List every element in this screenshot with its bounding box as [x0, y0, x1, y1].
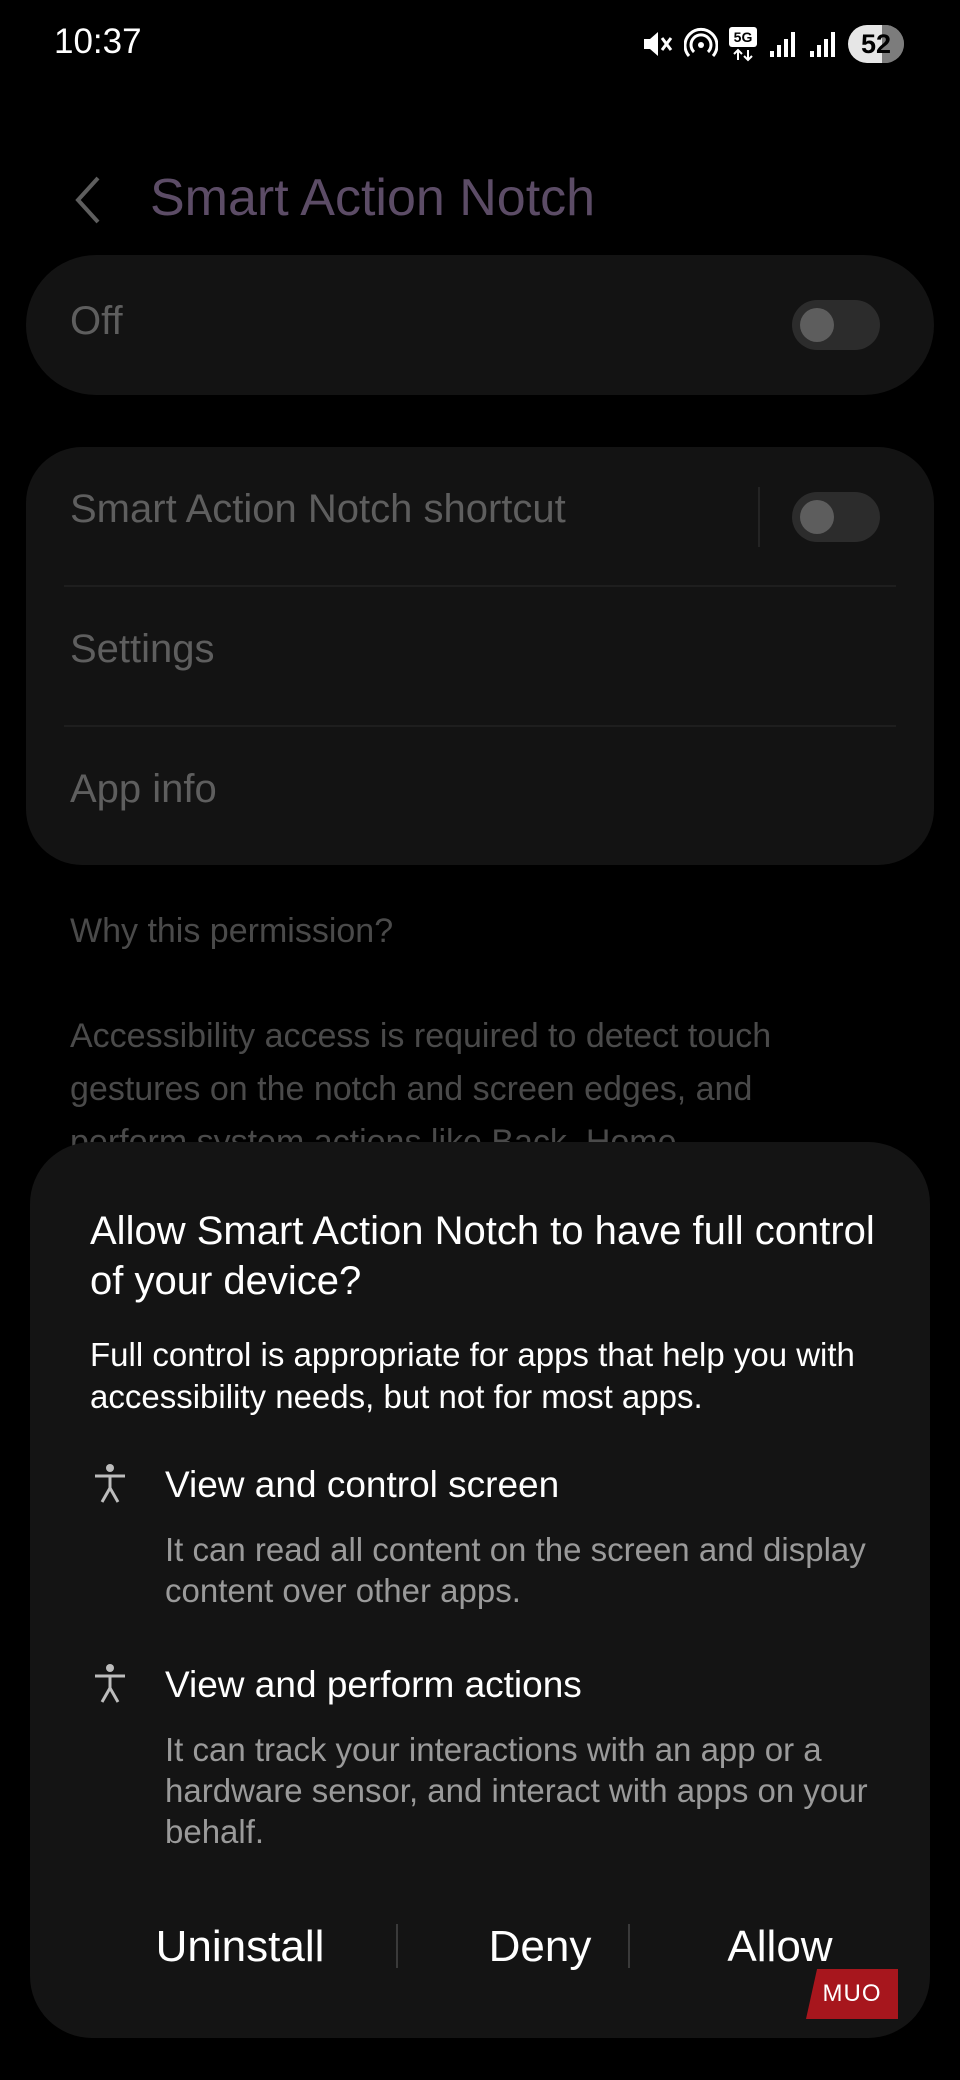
chevron-left-icon: [75, 176, 100, 224]
status-time: 10:37: [54, 22, 142, 61]
settings-item[interactable]: Settings: [70, 627, 215, 672]
accessibility-icon: [95, 1664, 125, 1703]
dialog-title: Allow Smart Action Notch to have full co…: [90, 1209, 875, 1303]
permission-description: It can read all content on the screen an…: [165, 1531, 866, 1609]
header: Smart Action Notch: [0, 150, 960, 250]
list-divider: [64, 585, 896, 587]
master-toggle-switch[interactable]: [792, 300, 880, 350]
mute-icon: [640, 27, 674, 61]
master-toggle-card[interactable]: Off: [26, 255, 934, 395]
hotspot-icon: [684, 27, 718, 61]
master-toggle-label: Off: [70, 299, 123, 343]
app-info-item[interactable]: App info: [70, 767, 217, 812]
permission-title: View and perform actions: [165, 1664, 582, 1705]
deny-button[interactable]: Deny: [430, 1912, 650, 1982]
shortcut-toggle-switch[interactable]: [792, 492, 880, 542]
battery-icon: 52: [848, 25, 904, 63]
back-button[interactable]: [66, 172, 114, 228]
vertical-divider: [758, 487, 760, 547]
network-5g-icon: 5G: [728, 26, 758, 62]
list-divider: [64, 725, 896, 727]
uninstall-button[interactable]: Uninstall: [120, 1912, 360, 1982]
button-separator: [628, 1924, 630, 1968]
status-icons: 5G 52: [640, 24, 904, 64]
shortcut-label: Smart Action Notch shortcut: [70, 487, 566, 531]
accessibility-icon: [95, 1464, 125, 1503]
settings-list-card: Smart Action Notch shortcut Settings App…: [26, 447, 934, 865]
permission-dialog: Allow Smart Action Notch to have full co…: [30, 1142, 930, 2038]
muo-watermark-logo: MUO: [806, 1969, 898, 2019]
button-separator: [396, 1924, 398, 1968]
svg-text:5G: 5G: [734, 29, 753, 45]
signal-icon-1: [768, 29, 798, 59]
permission-description: It can track your interactions with an a…: [165, 1731, 868, 1850]
signal-icon-2: [808, 29, 838, 59]
dialog-description: Full control is appropriate for apps tha…: [90, 1336, 855, 1415]
permission-title: View and control screen: [165, 1464, 560, 1505]
why-permission-heading: Why this permission?: [70, 912, 394, 950]
page-title: Smart Action Notch: [150, 169, 596, 227]
status-bar: 10:37 5G 52: [0, 0, 960, 90]
